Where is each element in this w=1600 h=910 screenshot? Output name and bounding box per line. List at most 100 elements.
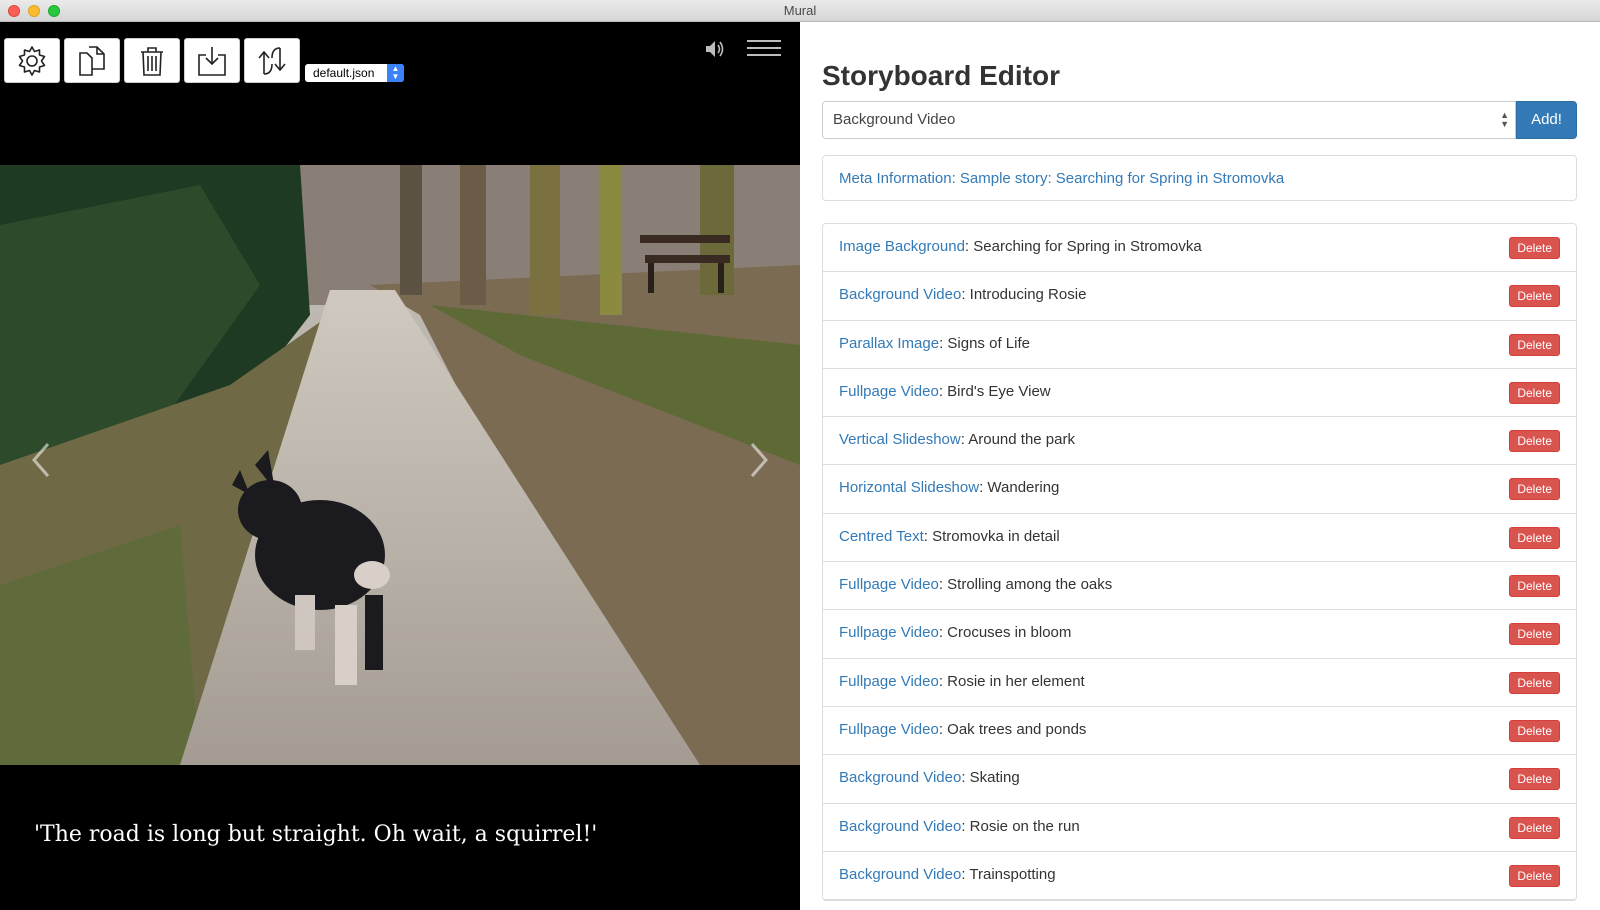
section-type-link[interactable]: Fullpage Video [839, 624, 939, 641]
section-type-link[interactable]: Fullpage Video [839, 576, 939, 593]
delete-section-button[interactable]: Delete [1509, 816, 1560, 839]
menu-icon [747, 40, 781, 42]
section-type-value: Background Video [833, 111, 956, 128]
section-row: Centred Text: Stromovka in detail Delete [823, 514, 1576, 563]
section-separator: : [938, 672, 948, 690]
speaker-icon [706, 41, 724, 57]
section-title: Stromovka in detail [932, 527, 1060, 545]
section-separator: : [964, 238, 974, 255]
sound-toggle-button[interactable] [704, 39, 726, 64]
meta-information-link[interactable]: Meta Information: Sample story: Searchin… [839, 170, 1284, 187]
delete-section-button[interactable]: Delete [1509, 430, 1560, 453]
section-separator: : [938, 720, 948, 738]
editor-title: Storyboard Editor [822, 60, 1061, 91]
chevron-left-icon [32, 443, 50, 477]
gear-icon [18, 45, 46, 76]
editor-scrollbar[interactable] [1592, 22, 1598, 910]
section-row: Fullpage Video: Bird's Eye View Delete [823, 369, 1576, 418]
menu-icon-bar [747, 47, 781, 49]
delete-section-button[interactable]: Delete [1509, 575, 1560, 598]
section-type-link[interactable]: Background Video [839, 866, 961, 883]
background-image [0, 165, 800, 765]
section-title: Trainspotting [969, 865, 1056, 883]
section-separator: : [938, 624, 948, 642]
delete-section-button[interactable]: Delete [1509, 623, 1560, 646]
slide-caption: 'The road is long but straight. Oh wait,… [34, 822, 598, 847]
story-file-value: default.json [313, 66, 375, 80]
section-type-link[interactable]: Image Background [839, 238, 965, 255]
delete-section-button[interactable]: Delete [1509, 864, 1560, 887]
section-title: Searching for Spring in Stromovka [973, 238, 1202, 255]
chevron-right-icon [750, 443, 768, 477]
delete-story-button[interactable] [124, 38, 180, 83]
section-row: Image Background: Searching for Spring i… [823, 224, 1576, 273]
park-path-photo [0, 165, 800, 765]
section-row: Background Video: Introducing Rosie Delet… [823, 272, 1576, 321]
section-row: Fullpage Video: Strolling among the oaks… [823, 562, 1576, 611]
section-type-link[interactable]: Background Video [839, 818, 961, 835]
section-type-link[interactable]: Horizontal Slideshow [839, 479, 979, 496]
window-titlebar: Mural [0, 0, 1600, 22]
story-preview: default.json ▲ ▼ 'The road is long but s… [0, 22, 800, 910]
settings-button[interactable] [4, 38, 60, 83]
delete-section-button[interactable]: Delete [1509, 237, 1560, 259]
section-type-link[interactable]: Background Video [839, 286, 961, 303]
section-title: Around the park [968, 431, 1075, 449]
section-type-link[interactable]: Vertical Slideshow [839, 431, 961, 448]
meta-information-label: Meta Information [839, 170, 952, 187]
section-title: Rosie in her element [947, 672, 1085, 690]
section-row: Parallax Image: Signs of Life Delete [823, 321, 1576, 369]
delete-section-button[interactable]: Delete [1509, 333, 1560, 356]
storyboard-editor: Storyboard Editor Background Video ▲ ▼ Ad… [800, 22, 1600, 910]
delete-section-button[interactable]: Delete [1509, 285, 1560, 308]
section-separator: : [923, 527, 933, 545]
section-type-link[interactable]: Fullpage Video [839, 673, 939, 690]
section-title: Skating [969, 769, 1020, 787]
section-row: Background Video: Rosie on the run Delete [823, 804, 1576, 852]
delete-section-button[interactable]: Delete [1509, 381, 1560, 404]
export-button[interactable] [184, 38, 240, 83]
menu-button[interactable] [747, 40, 781, 58]
section-type-link[interactable]: Fullpage Video [839, 383, 939, 400]
section-separator: : [938, 382, 948, 400]
story-file-select[interactable]: default.json ▲ ▼ [305, 64, 404, 82]
section-separator: : [961, 769, 970, 787]
delete-section-button[interactable]: Delete [1509, 719, 1560, 742]
duplicate-button[interactable] [64, 38, 120, 83]
delete-section-button[interactable]: Delete [1509, 478, 1560, 501]
section-title: Strolling among the oaks [947, 576, 1113, 594]
reload-button[interactable] [244, 38, 300, 83]
delete-section-button[interactable]: Delete [1509, 768, 1560, 791]
delete-section-button[interactable]: Delete [1509, 526, 1560, 549]
previous-slide-button[interactable] [28, 440, 52, 485]
meta-information-panel: Meta Information: Sample story: Searchin… [822, 155, 1577, 201]
section-row: Background Video: Trainspotting Delete [823, 852, 1576, 901]
section-type-select[interactable]: Background Video ▲ ▼ [822, 101, 1516, 139]
section-list: Image Background: Searching for Spring i… [822, 223, 1577, 902]
chevron-updown-icon: ▲ ▼ [1500, 110, 1509, 129]
delete-section-button[interactable]: Delete [1509, 671, 1560, 694]
section-type-link[interactable]: Fullpage Video [839, 721, 939, 738]
refresh-icon [258, 46, 286, 75]
section-separator: : [961, 286, 970, 304]
chevron-updown-icon: ▲ ▼ [387, 64, 404, 82]
copy-icon [79, 45, 105, 76]
section-type-link[interactable]: Parallax Image [839, 335, 939, 352]
section-separator: : [938, 576, 948, 594]
section-type-link[interactable]: Centred Text [839, 528, 924, 545]
section-row: Background Video: Skating Delete [823, 755, 1576, 804]
meta-information-value: Sample story: Searching for Spring in St… [959, 170, 1285, 187]
section-row: Fullpage Video: Rosie in her element Dele… [823, 659, 1576, 707]
section-type-link[interactable]: Background Video [839, 769, 961, 786]
section-title: Wandering [987, 479, 1060, 497]
trash-icon [141, 46, 163, 76]
window-title: Mural [783, 3, 817, 18]
add-section-button[interactable]: Add! [1516, 101, 1577, 139]
download-icon [198, 46, 226, 76]
menu-icon-bar-bottom [747, 54, 781, 56]
meta-information-separator: : [951, 170, 960, 187]
next-slide-button[interactable] [748, 440, 772, 485]
section-title: Crocuses in bloom [947, 624, 1072, 642]
section-row: Vertical Slideshow: Around the park Delet… [823, 417, 1576, 466]
section-row: Horizontal Slideshow: Wandering Delete [823, 465, 1576, 514]
